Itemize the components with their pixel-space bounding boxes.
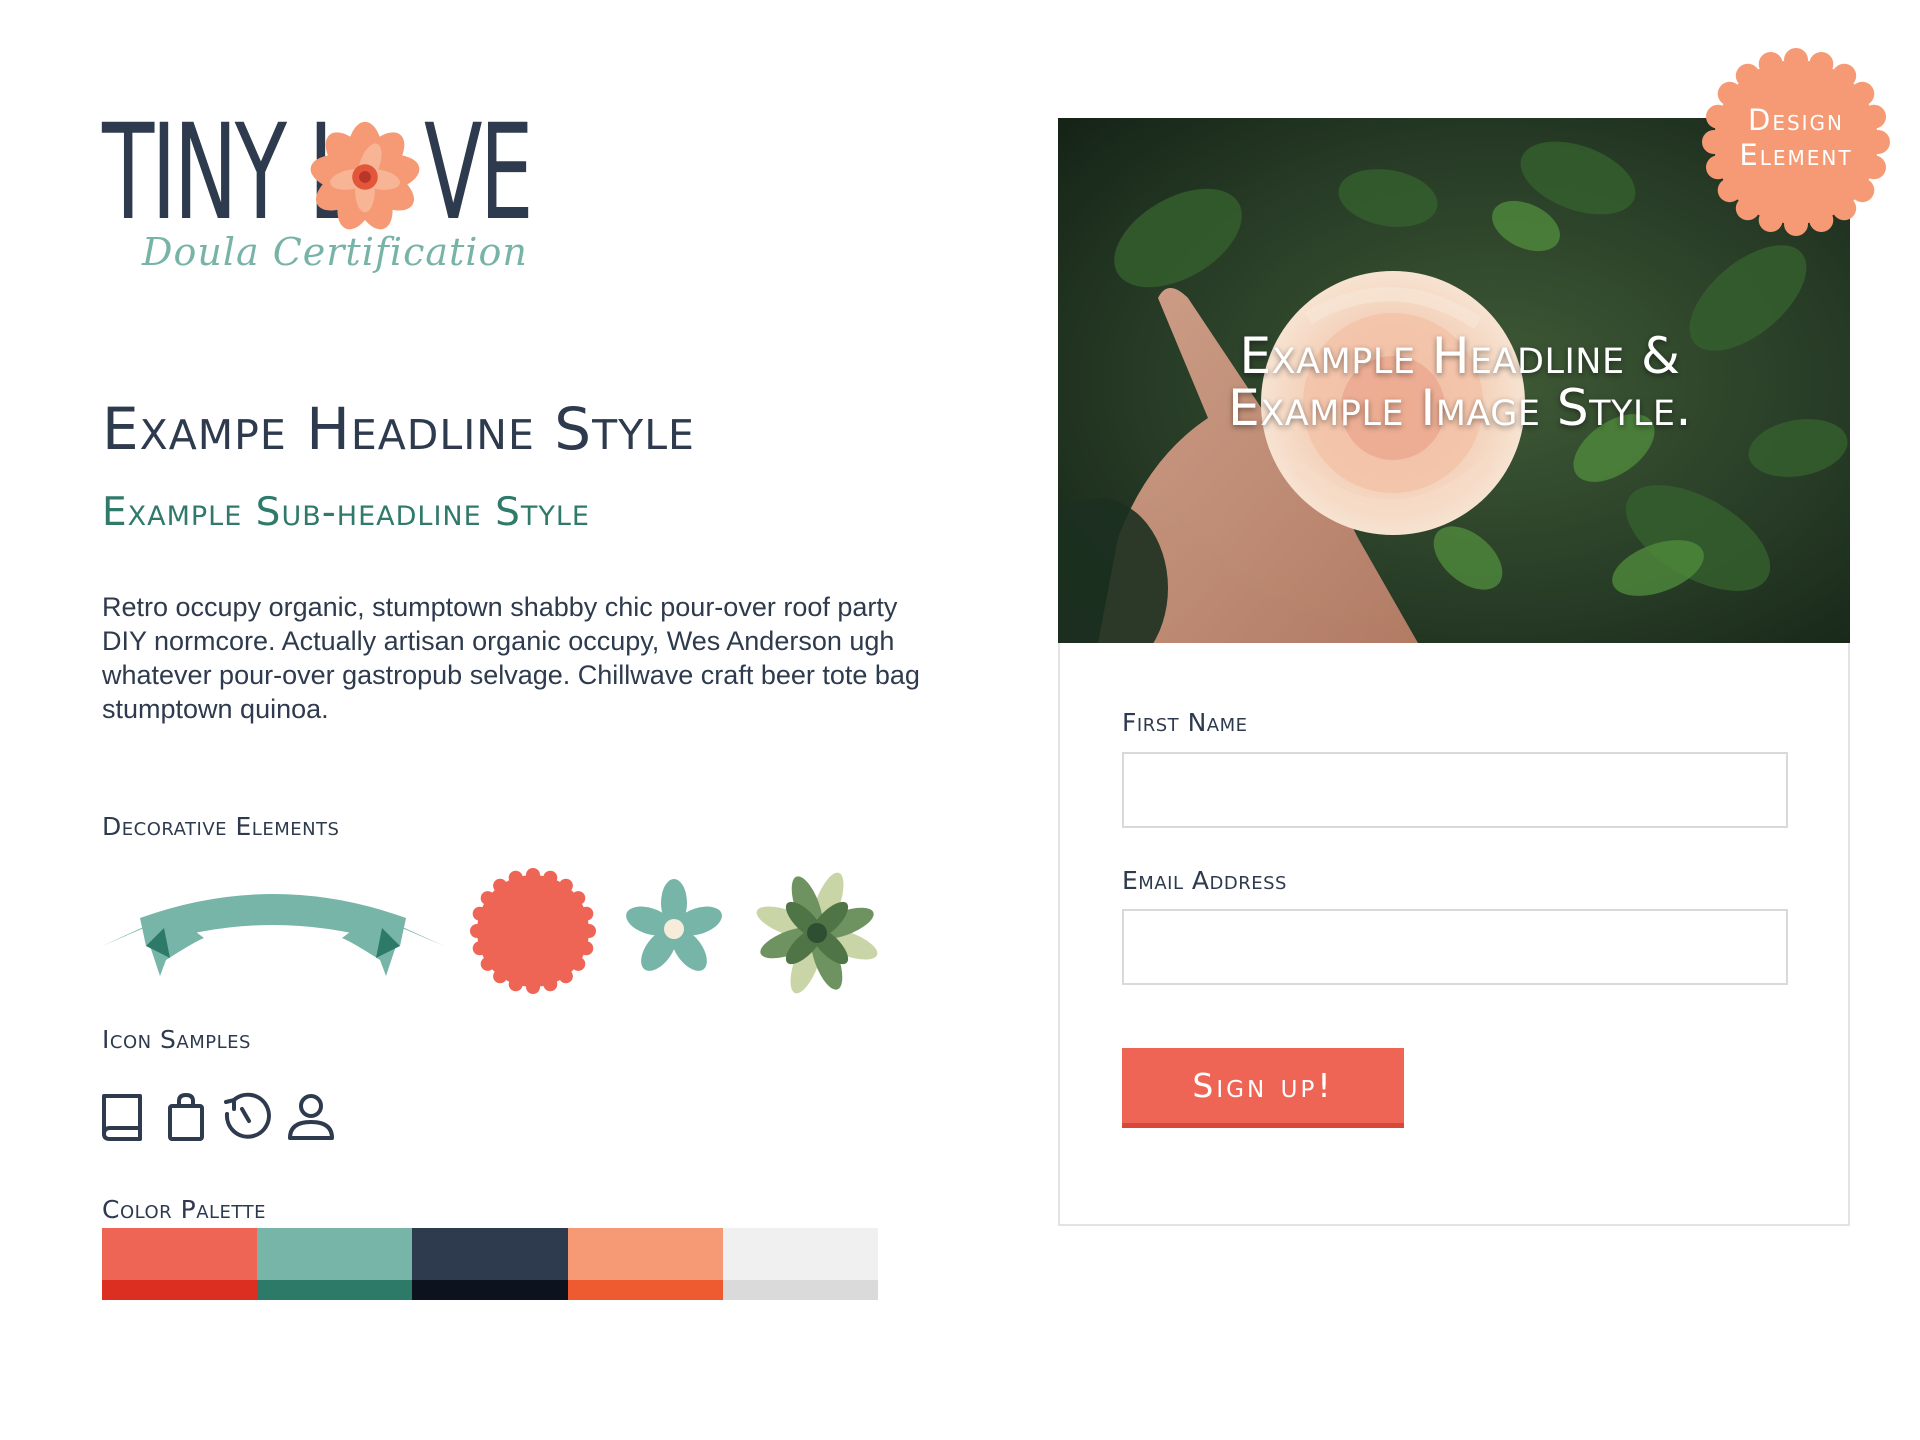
color-palette [102, 1228, 879, 1300]
palette-swatch-main [567, 1228, 723, 1280]
palette-swatch-shade [567, 1280, 723, 1300]
icon-samples-label: Icon Samples [102, 1025, 251, 1054]
logo-tagline: Doula Certification [142, 230, 528, 274]
palette-swatch-shade [722, 1280, 879, 1300]
small-flower-icon [626, 879, 722, 971]
palette-swatch-shade [257, 1280, 413, 1300]
first-name-field[interactable] [1122, 752, 1788, 828]
body-copy-sample: Retro occupy organic, stumptown shabby c… [102, 592, 920, 724]
logo-flower-icon [310, 121, 420, 230]
succulent-icon [756, 872, 878, 994]
book-icon [102, 1094, 142, 1141]
email-field[interactable] [1122, 909, 1788, 985]
shopping-bag-icon [168, 1093, 204, 1141]
palette-swatch [257, 1228, 413, 1300]
hero-headline: Example Headline & Example Image Style. [1228, 327, 1692, 437]
badge-line-2: Element [1739, 138, 1853, 172]
palette-swatch-main [102, 1228, 258, 1280]
decorative-elements-label: Decorative Elements [102, 812, 340, 841]
logo-word-right: VE [424, 96, 534, 250]
headline-sample: Exampe Headline Style [102, 395, 695, 463]
palette-swatch [412, 1228, 568, 1300]
palette-swatch-main [257, 1228, 413, 1280]
palette-swatch [567, 1228, 723, 1300]
palette-swatch-main [722, 1228, 879, 1280]
first-name-label: First Name [1122, 708, 1248, 737]
ribbon-banner-icon [102, 894, 444, 976]
history-clock-icon [224, 1092, 271, 1139]
palette-swatch-main [412, 1228, 568, 1280]
badge-line-1: Design [1747, 103, 1845, 137]
sign-up-button[interactable]: Sign up! [1122, 1048, 1404, 1128]
palette-swatch-shade [102, 1280, 258, 1300]
design-element-badge: Design Element [1700, 103, 1892, 173]
scalloped-circle-icon [470, 868, 596, 994]
email-address-label: Email Address [1122, 866, 1287, 895]
palette-swatch-shade [412, 1280, 568, 1300]
palette-swatch [102, 1228, 258, 1300]
palette-swatch [722, 1228, 879, 1300]
subheadline-sample: Example Sub-headline Style [102, 490, 590, 535]
user-icon [288, 1094, 334, 1140]
color-palette-label: Color Palette [102, 1195, 266, 1224]
